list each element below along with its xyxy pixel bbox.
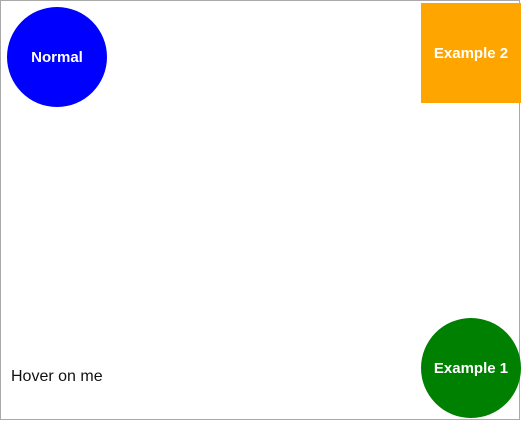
hover-target-text[interactable]: Hover on me [11,368,103,386]
normal-circle[interactable]: Normal [7,7,107,107]
example-1-circle[interactable]: Example 1 [421,318,521,418]
example-2-box[interactable]: Example 2 [421,3,521,103]
normal-label: Normal [31,48,83,66]
example-1-label: Example 1 [433,359,509,377]
content-frame: Normal Example 2 Example 1 Hover on me [0,0,521,420]
example-2-label: Example 2 [433,44,509,62]
